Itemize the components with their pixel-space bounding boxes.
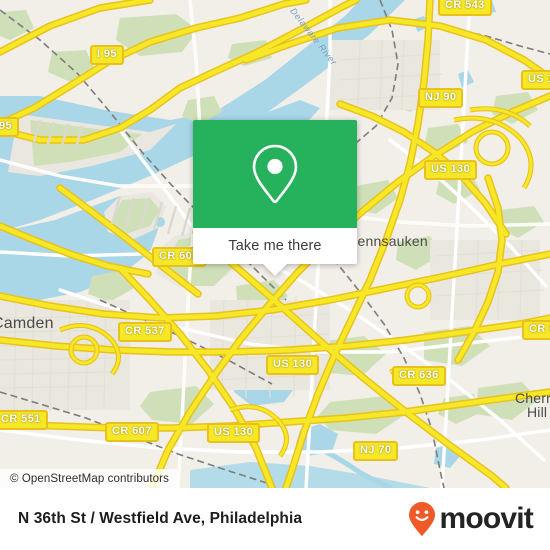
map-attribution[interactable]: © OpenStreetMap contributors [0, 469, 178, 488]
road-shield-cr607-b: CR 607 [105, 422, 159, 442]
road-shield-cr551: CR 551 [0, 410, 48, 430]
road-shield-cr636: CR 636 [392, 366, 446, 386]
moovit-wordmark: moovit [439, 502, 533, 535]
road-shield-cr537: CR 537 [118, 322, 172, 342]
road-shield-us130-c: US 130 [266, 355, 320, 375]
place-label-hill: Hill [527, 404, 548, 420]
road-shield-cr543: CR 543 [438, 0, 492, 16]
place-label-pennsauken: Pennsauken [348, 233, 428, 249]
road-shield-nj70: NJ 70 [353, 441, 399, 461]
road-shield-95: 95 [0, 117, 20, 137]
road-shield-us130-a: US 130 [521, 70, 550, 90]
take-me-there-button[interactable]: Take me there [193, 228, 357, 276]
take-me-there-label: Take me there [228, 238, 322, 254]
attribution-text: © OpenStreetMap contributors [10, 472, 169, 485]
road-shield-us130-b: US 130 [424, 160, 478, 180]
popup-tail [263, 264, 287, 276]
location-popup-card[interactable]: Take me there [193, 120, 357, 276]
road-shield-cr6: CR 6 [522, 320, 550, 340]
popup-image-panel [193, 120, 357, 228]
location-title: N 36th St / Westfield Ave, Philadelphia [18, 510, 303, 527]
moovit-logo[interactable]: moovit [407, 501, 534, 537]
footer-bar: N 36th St / Westfield Ave, Philadelphia … [0, 488, 550, 550]
road-shield-i95: I 95 [90, 45, 124, 65]
road-shield-us130-d: US 130 [207, 423, 261, 443]
place-label-camden: Camden [0, 315, 54, 332]
road-shield-nj90: NJ 90 [418, 88, 464, 108]
map-pin-icon [252, 144, 298, 204]
map-canvas[interactable]: Delaware River Pennsauken Camden Cherry … [0, 0, 550, 488]
moovit-map-screen: Delaware River Pennsauken Camden Cherry … [0, 0, 550, 550]
moovit-smiley-pin-icon [409, 502, 436, 536]
